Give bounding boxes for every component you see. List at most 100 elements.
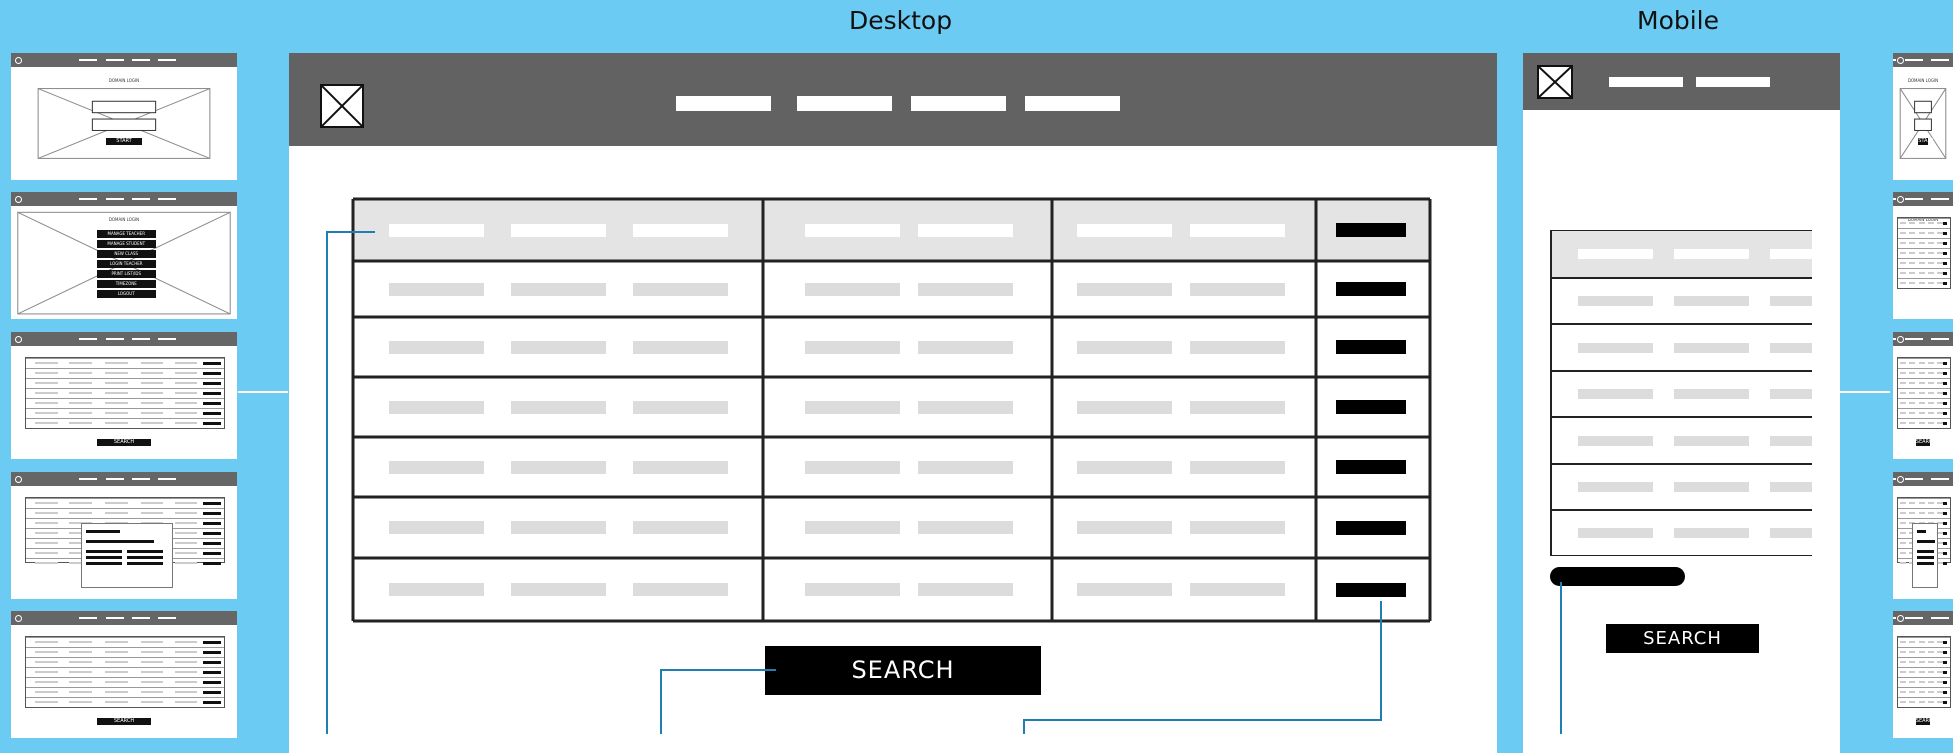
nav-link-placeholder[interactable] <box>797 96 892 111</box>
thumbnail-cell <box>174 502 198 505</box>
thumbnail-cell <box>1928 252 1935 255</box>
thumbnail-cell <box>174 700 198 703</box>
thumbnail-action <box>203 681 222 684</box>
thumbnail-cell <box>1918 502 1925 505</box>
thumbnail-action <box>203 502 222 506</box>
thumbnail-cell <box>1909 671 1916 674</box>
screen-thumbnail[interactable]: DOMAIN LOGIN START <box>11 53 237 180</box>
thumbnail-action <box>1942 522 1948 526</box>
thumbnail-cell <box>105 661 128 664</box>
thumbnail-cell <box>1928 681 1935 683</box>
thumbnail-cell <box>1909 232 1916 235</box>
desktop-search-button[interactable]: SEARCH <box>765 646 1041 695</box>
nav-link-placeholder[interactable] <box>676 96 771 111</box>
thumbnail-cell <box>140 402 164 404</box>
thumbnail-cell <box>105 651 128 654</box>
thumbnail-menu-item: LOGOUT <box>96 290 156 299</box>
thumbnail-action <box>203 522 222 526</box>
thumbnail-action <box>1942 411 1948 415</box>
desktop-header-bar <box>289 53 1497 146</box>
thumbnail-action <box>1942 681 1948 684</box>
thumbnail-menu-item: PRINT LIST/IDS <box>96 270 156 279</box>
thumbnail-action <box>1942 232 1948 236</box>
popup-line <box>1924 549 1935 553</box>
screen-thumbnail[interactable] <box>11 472 237 599</box>
gear-icon <box>1897 336 1904 343</box>
thumbnail-action <box>203 542 222 545</box>
thumbnail-cell <box>105 421 128 424</box>
thumbnail-cell <box>105 372 128 375</box>
thumbnail-cell <box>1909 512 1916 515</box>
thumbnail-cell <box>140 681 164 683</box>
thumbnail-cell <box>69 382 92 385</box>
thumbnail-cell <box>105 392 128 395</box>
screen-thumbnail[interactable]: DOMAIN LOGIN <box>1893 192 1953 319</box>
thumbnail-cell <box>1900 271 1907 274</box>
thumbnail-cell <box>1900 262 1907 264</box>
thumbnail-table <box>1896 636 1952 709</box>
nav-link-placeholder[interactable] <box>1696 77 1770 87</box>
table-grid-lines <box>351 197 1432 623</box>
thumbnail-cell <box>1900 512 1907 515</box>
popup-dropdown <box>1916 539 1935 543</box>
nav-link-placeholder[interactable] <box>1609 77 1683 87</box>
thumbnail-cell <box>1928 382 1935 385</box>
thumbnail-cell <box>69 661 92 664</box>
mobile-pagination-bar[interactable] <box>1550 567 1685 586</box>
thumbnail-cell <box>1918 651 1925 654</box>
thumbnail-action <box>1942 641 1948 645</box>
screen-thumbnail[interactable]: SEARCH <box>1893 611 1953 738</box>
thumbnail-cell <box>35 532 59 535</box>
thumbnail-cell <box>1909 382 1916 385</box>
mobile-search-button[interactable]: SEARCH <box>1606 624 1759 653</box>
thumbnail-action <box>203 411 222 415</box>
thumbnail-cell <box>1900 402 1907 404</box>
thumbnail-cell <box>1909 362 1916 365</box>
thumbnail-table-row <box>25 417 225 429</box>
thumbnail-nav-dash <box>132 338 150 340</box>
screen-thumbnail[interactable]: SEARCH <box>1893 332 1953 459</box>
thumbnail-menu-item: MANAGE TEACHER <box>96 230 156 239</box>
thumbnail-action <box>1942 262 1948 265</box>
thumbnail-cell <box>1928 421 1935 424</box>
popup-line <box>86 549 123 553</box>
thumbnail-cell <box>35 512 59 515</box>
thumbnail-cell <box>1928 392 1935 395</box>
thumbnail-nav-dash <box>79 338 97 340</box>
image-placeholder-icon <box>37 88 211 159</box>
thumbnail-nav-dash <box>158 338 176 340</box>
thumbnail-cell <box>105 502 128 505</box>
screen-thumbnail[interactable]: DOMAIN LOGIN MANAGE TEACHER MANAGE STUDENT… <box>11 192 237 319</box>
thumbnail-action <box>1942 690 1948 694</box>
thumbnail-action <box>203 671 222 675</box>
thumbnail-action <box>1942 561 1948 565</box>
thumbnail-cell <box>1909 402 1916 404</box>
thumbnail-search-button: SEARCH <box>96 717 152 725</box>
thumbnail-cell <box>1900 651 1907 654</box>
thumbnail-cell <box>1918 281 1925 284</box>
thumbnail-cell <box>1900 690 1907 693</box>
screen-thumbnail[interactable]: DOMAIN LOGIN START <box>1893 53 1953 180</box>
screen-thumbnail[interactable] <box>1893 472 1953 599</box>
screen-thumbnail[interactable]: SEARCH <box>11 611 237 738</box>
thumbnail-cell <box>35 362 59 365</box>
thumbnail-cell <box>1918 362 1925 365</box>
screen-thumbnail[interactable]: SEARCH <box>11 332 237 459</box>
thumbnail-cell <box>140 362 164 365</box>
thumbnail-action <box>1942 362 1948 366</box>
thumbnail-nav-dash <box>106 617 124 619</box>
thumbnail-nav-dash <box>1905 617 1923 619</box>
thumbnail-cell <box>1928 242 1935 245</box>
thumbnail-popup <box>81 522 174 589</box>
thumbnail-action <box>1942 551 1948 555</box>
thumbnail-nav-dash <box>132 617 150 619</box>
thumbnail-cell <box>1918 411 1925 414</box>
thumbnail-cell <box>1900 411 1907 414</box>
gear-icon <box>15 476 22 483</box>
nav-link-placeholder[interactable] <box>1025 96 1120 111</box>
thumbnail-cell <box>140 641 164 644</box>
nav-link-placeholder[interactable] <box>911 96 1006 111</box>
thumbnail-cell <box>140 372 164 375</box>
popup-line <box>1916 529 1926 533</box>
thumbnail-cell <box>69 392 92 395</box>
